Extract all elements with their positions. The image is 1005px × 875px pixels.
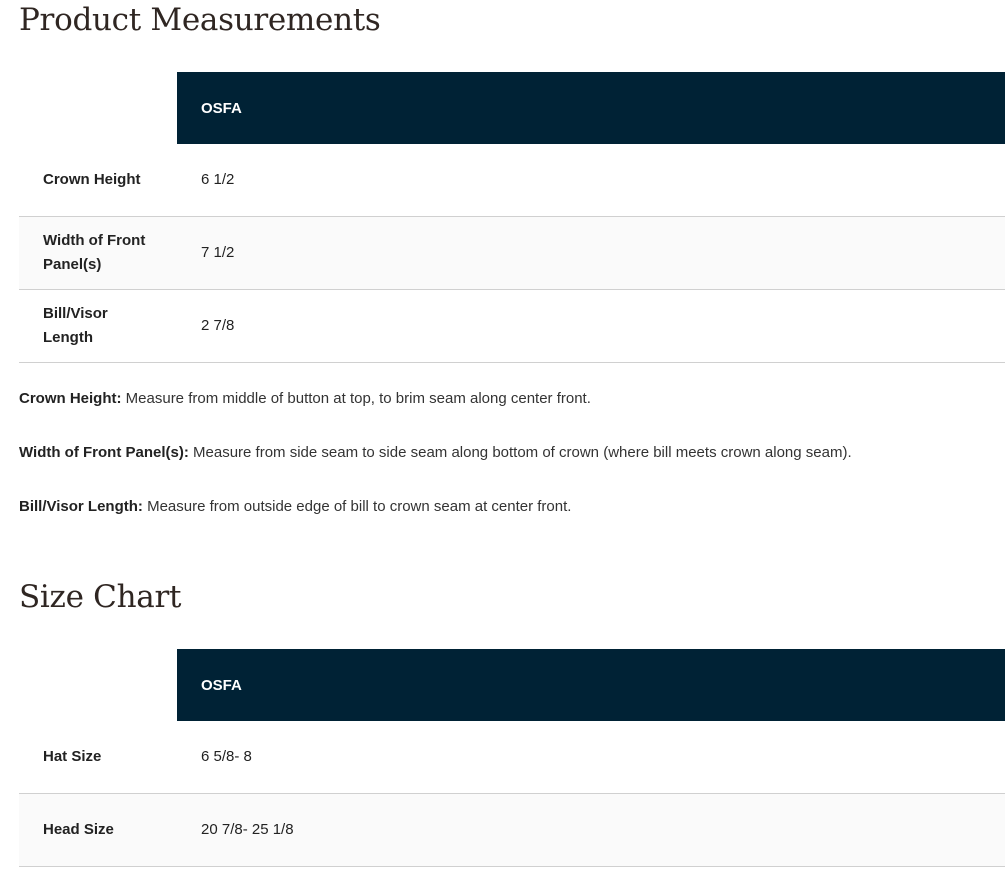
column-header-osfa: OSFA xyxy=(177,72,1005,144)
column-header-osfa: OSFA xyxy=(177,649,1005,721)
header-blank-cell xyxy=(19,72,177,144)
note-term: Bill/Visor Length: xyxy=(19,498,143,515)
header-blank-cell xyxy=(19,649,177,721)
table-header-row: OSFA xyxy=(19,649,1005,721)
table-row: Width of Front Panel(s) 7 1/2 xyxy=(19,216,1005,290)
note-text: Measure from side seam to side seam alon… xyxy=(188,444,852,461)
table-header-row: OSFA xyxy=(19,72,1005,144)
row-value: 7 1/2 xyxy=(177,216,1005,290)
row-label: Hat Size xyxy=(19,721,177,794)
row-label: Head Size xyxy=(19,793,177,867)
note-text: Measure from outside edge of bill to cro… xyxy=(142,498,572,515)
note-term: Crown Height: xyxy=(19,390,122,407)
row-label: Bill/Visor Length xyxy=(19,289,177,363)
note-front-panel-width: Width of Front Panel(s): Measure from si… xyxy=(19,444,852,461)
size-chart-heading: Size Chart xyxy=(19,579,182,615)
measurements-table: OSFA Crown Height 6 1/2 Width of Front P… xyxy=(19,72,1005,363)
row-label: Width of Front Panel(s) xyxy=(19,216,177,290)
size-chart-table: OSFA Hat Size 6 5/8- 8 Head Size 20 7/8-… xyxy=(19,649,1005,867)
note-text: Measure from middle of button at top, to… xyxy=(121,390,591,407)
table-row: Crown Height 6 1/2 xyxy=(19,144,1005,217)
row-value: 20 7/8- 25 1/8 xyxy=(177,793,1005,867)
note-bill-length: Bill/Visor Length: Measure from outside … xyxy=(19,498,571,515)
row-value: 6 1/2 xyxy=(177,144,1005,217)
note-crown-height: Crown Height: Measure from middle of but… xyxy=(19,390,591,407)
note-term: Width of Front Panel(s): xyxy=(19,444,189,461)
row-value: 6 5/8- 8 xyxy=(177,721,1005,794)
table-row: Head Size 20 7/8- 25 1/8 xyxy=(19,793,1005,867)
row-label: Crown Height xyxy=(19,144,177,217)
row-value: 2 7/8 xyxy=(177,289,1005,363)
table-row: Hat Size 6 5/8- 8 xyxy=(19,721,1005,794)
table-row: Bill/Visor Length 2 7/8 xyxy=(19,289,1005,363)
product-measurements-heading: Product Measurements xyxy=(19,2,381,38)
